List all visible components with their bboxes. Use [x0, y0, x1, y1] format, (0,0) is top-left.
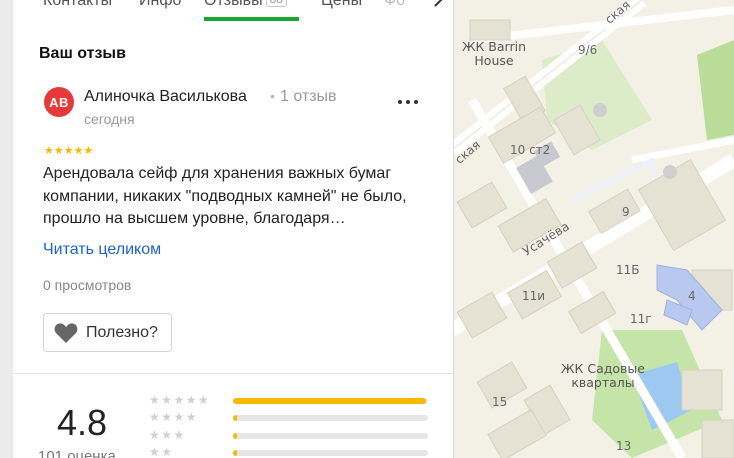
review-date: сегодня	[84, 111, 135, 127]
distribution-bar	[233, 433, 428, 439]
map-house-number: 9/6	[578, 43, 598, 57]
tab-reviews[interactable]: Отзывы88	[204, 0, 287, 10]
useful-button-label: Полезно?	[86, 323, 158, 341]
reviews-count-badge: 88	[265, 0, 287, 7]
tabs-scroll-right-button[interactable]	[417, 0, 449, 12]
overall-rating: 4.8	[57, 402, 108, 443]
rating-distribution-row[interactable]: ★★★★★	[149, 393, 439, 407]
map-house-number: 4	[688, 289, 696, 303]
tab-contacts[interactable]: Контакты	[43, 0, 112, 10]
rating-distribution-row[interactable]: ★★	[149, 445, 439, 458]
distribution-stars: ★★	[149, 445, 174, 458]
map[interactable]: ская 9/6 ЖК Barrin House ская 10 ст2 9 У…	[452, 0, 734, 458]
review-text: Арендовала сейф для хранения важных бума…	[43, 165, 407, 227]
distribution-stars: ★★★★★	[149, 393, 211, 407]
rating-distribution-row[interactable]: ★★★★	[149, 410, 439, 424]
panel-card: Контакты Инфо Отзывы88 Цены Фо Ваш отзыв…	[13, 0, 454, 458]
useful-button[interactable]: Полезно?	[43, 313, 172, 352]
tab-photos[interactable]: Фо	[384, 0, 405, 10]
distribution-bar-fill	[233, 415, 237, 421]
side-panel: Контакты Инфо Отзывы88 Цены Фо Ваш отзыв…	[0, 0, 454, 458]
distribution-bar	[233, 450, 428, 456]
ratings-count: 101 оценка	[38, 448, 116, 458]
distribution-bar-fill	[233, 398, 427, 404]
map-poi-zhk-sadovye: ЖК Садовые кварталы	[561, 361, 645, 391]
tab-info[interactable]: Инфо	[139, 0, 181, 10]
views-count: 0 просмотров	[43, 277, 132, 293]
dot-icon	[406, 100, 410, 104]
map-house-number: 9	[622, 205, 630, 219]
dot-icon	[414, 100, 418, 104]
more-options-button[interactable]	[396, 94, 420, 110]
distribution-bar-fill	[233, 450, 237, 456]
read-more-link[interactable]: Читать целиком	[43, 241, 161, 259]
map-poi-zhk-barrin: ЖК Barrin House	[461, 39, 526, 69]
map-house-number: 10 ст2	[510, 143, 551, 157]
map-house-number: 11и	[522, 289, 546, 303]
distribution-bar	[233, 415, 428, 421]
separator-dot: •	[270, 88, 275, 104]
map-house-number: 13	[616, 439, 632, 453]
chevron-right-icon	[434, 0, 443, 7]
review-rating-stars: ★★★★★	[44, 145, 94, 157]
section-title: Ваш отзыв	[39, 45, 126, 62]
tab-bar: Контакты Инфо Отзывы88 Цены Фо	[13, 0, 454, 30]
avatar[interactable]: АВ	[44, 87, 74, 117]
active-tab-indicator	[204, 17, 299, 21]
map-house-number: 15	[492, 395, 508, 409]
distribution-stars: ★★★	[149, 428, 186, 442]
distribution-stars: ★★★★	[149, 410, 199, 424]
map-house-number: 11г	[630, 312, 652, 326]
dot-icon	[398, 100, 402, 104]
rating-distribution-row[interactable]: ★★★	[149, 428, 439, 442]
author-reviews-count: 1 отзыв	[280, 88, 337, 105]
tab-prices[interactable]: Цены	[321, 0, 362, 10]
heart-icon	[54, 322, 78, 343]
divider	[13, 373, 454, 374]
distribution-bar-fill	[233, 433, 237, 439]
review-author-name[interactable]: Алиночка Василькова	[84, 88, 247, 106]
map-house-number: 11Б	[616, 263, 640, 277]
distribution-bar	[233, 398, 428, 404]
